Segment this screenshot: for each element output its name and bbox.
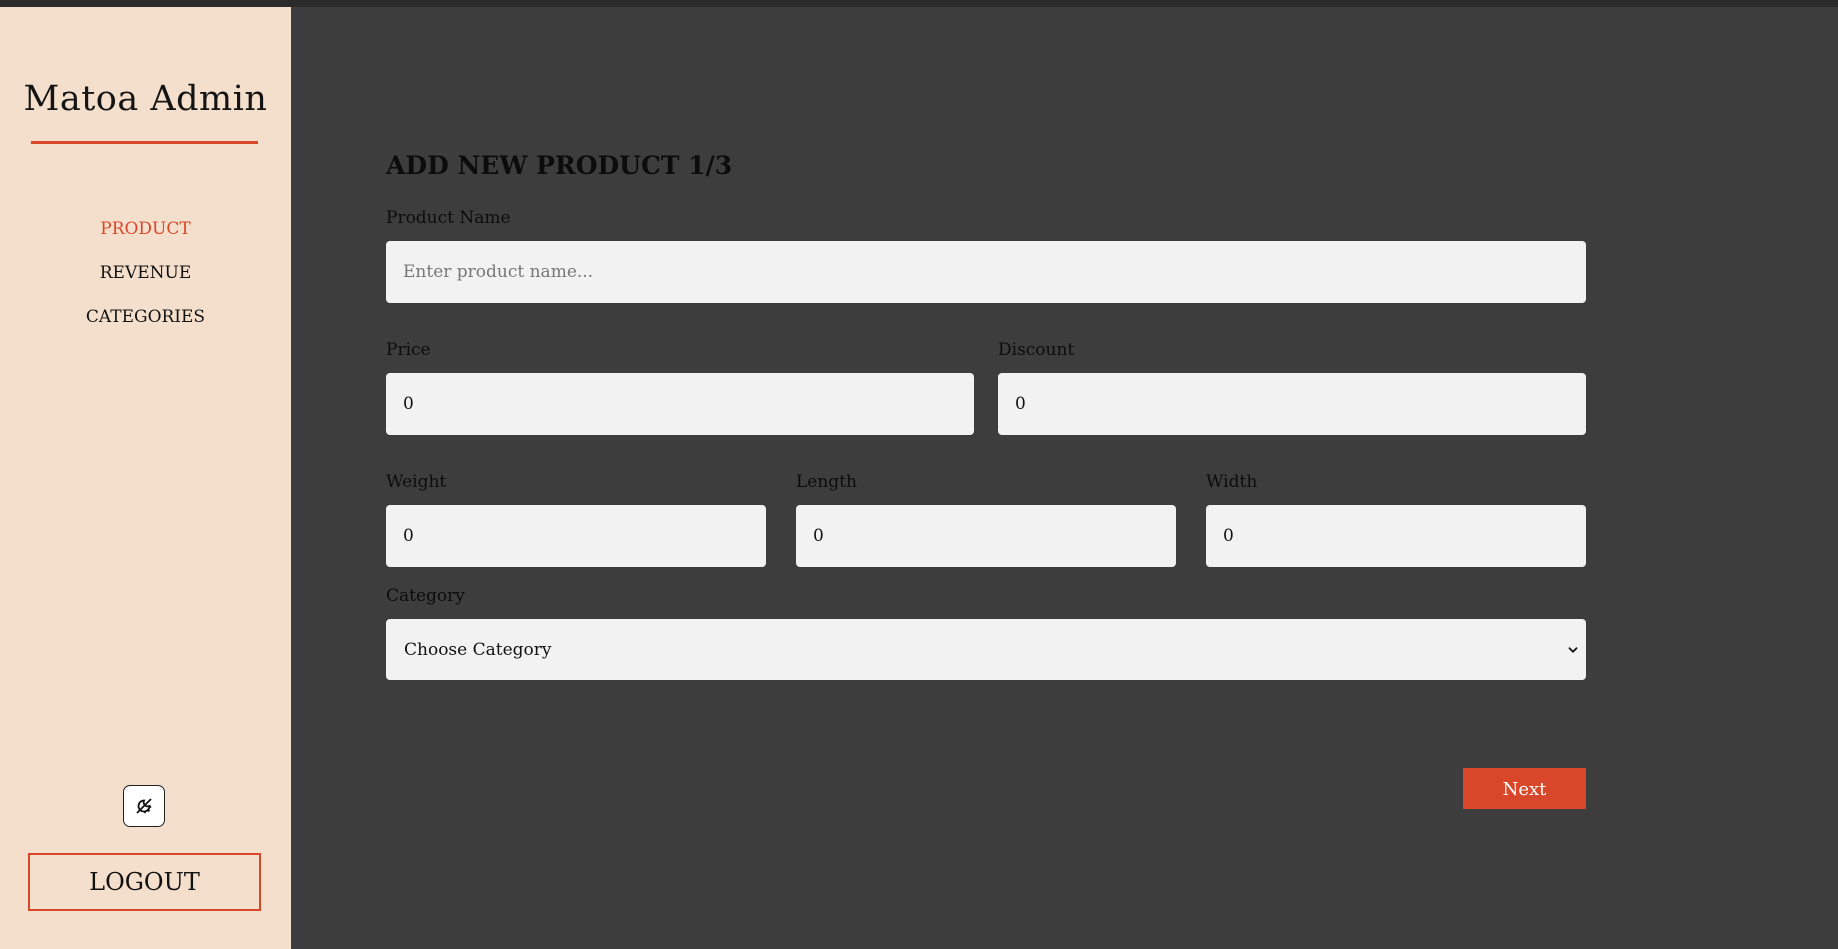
brand-underline [31,141,258,144]
width-label: Width [1206,472,1258,492]
category-label: Category [386,586,465,606]
sidebar-item-categories[interactable]: CATEGORIES [0,295,291,339]
logout-button[interactable]: LOGOUT [28,853,261,911]
product-name-input[interactable] [386,241,1586,303]
weight-label: Weight [386,472,447,492]
discount-input[interactable] [998,373,1586,435]
length-input[interactable] [796,505,1176,567]
sidebar: Matoa Admin PRODUCT REVENUE CATEGORIES L… [0,7,291,949]
category-select-value: Choose Category [404,639,552,660]
top-bar [0,0,1838,7]
brand-logo: Matoa Admin [23,79,268,119]
sidebar-item-product[interactable]: PRODUCT [0,207,291,251]
category-select[interactable]: Choose Category [386,619,1586,680]
discount-label: Discount [998,340,1075,360]
price-label: Price [386,340,431,360]
theme-toggle-button[interactable] [123,785,165,827]
sidebar-nav: PRODUCT REVENUE CATEGORIES [0,207,291,339]
chevron-down-icon [1568,645,1578,655]
weight-input[interactable] [386,505,766,567]
product-name-label: Product Name [386,208,511,228]
theme-toggle-icon [136,798,152,814]
length-label: Length [796,472,857,492]
width-input[interactable] [1206,505,1586,567]
sidebar-item-revenue[interactable]: REVENUE [0,251,291,295]
main-content: ADD NEW PRODUCT 1/3 Product Name Price D… [291,7,1838,949]
price-input[interactable] [386,373,974,435]
page-title: ADD NEW PRODUCT 1/3 [386,151,733,180]
next-button[interactable]: Next [1463,768,1586,809]
